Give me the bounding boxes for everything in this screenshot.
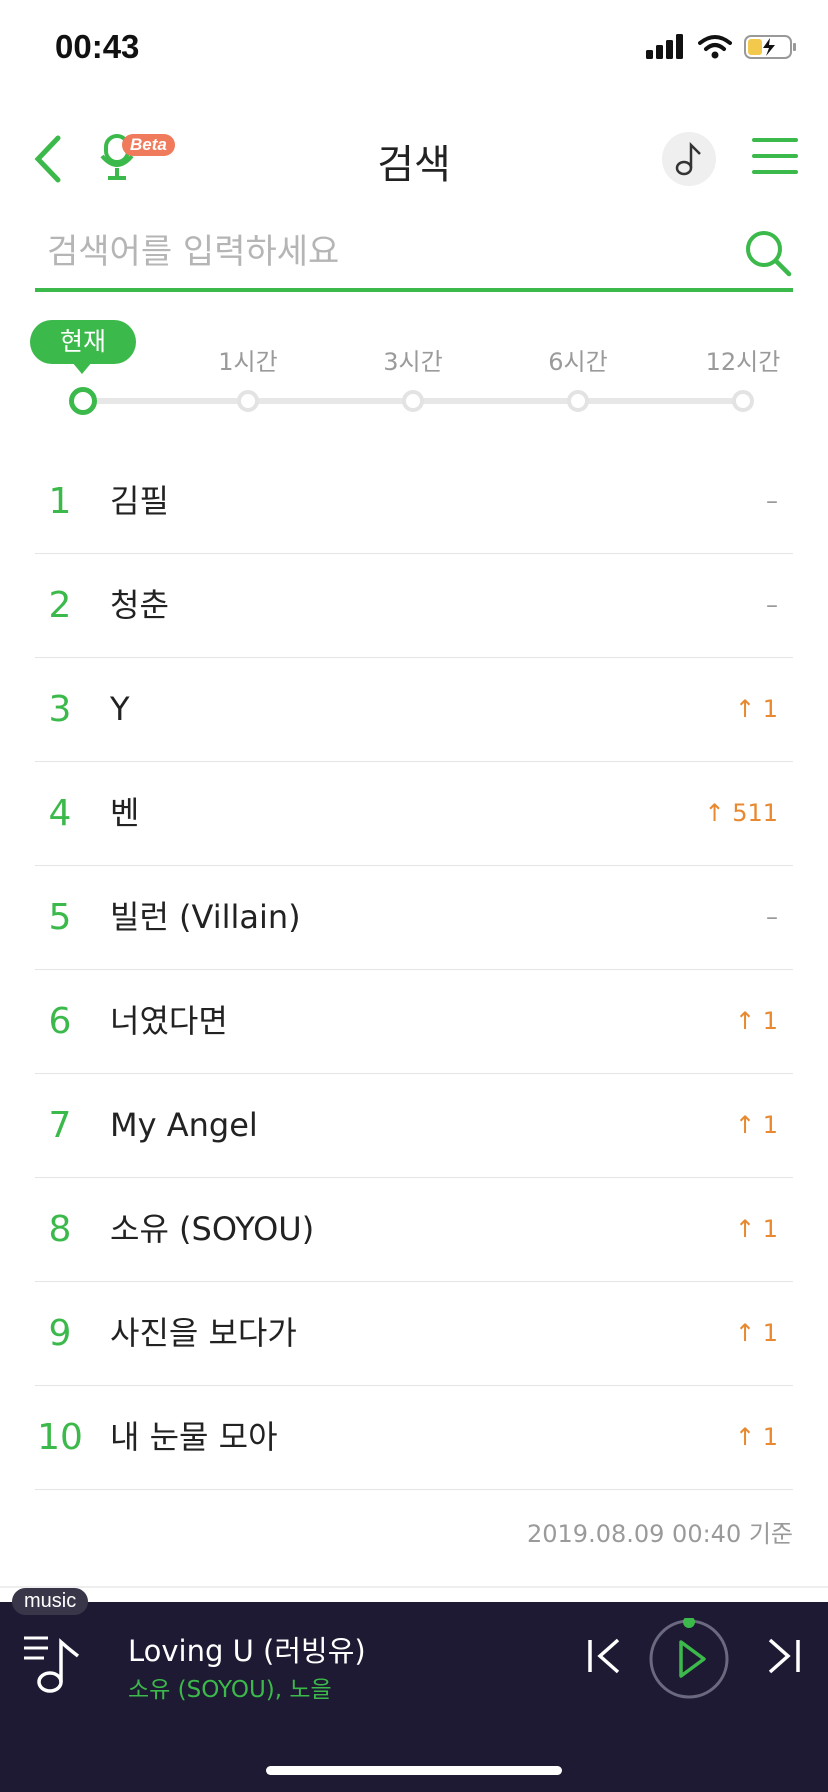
rank-change: ↑ 1 <box>734 695 778 723</box>
rank-change: – <box>766 487 778 515</box>
slider-dot-3h[interactable] <box>402 390 424 412</box>
ranking-row[interactable]: 5 빌런 (Villain) – <box>35 866 793 970</box>
slider-dot-6h[interactable] <box>567 390 589 412</box>
ranking-row[interactable]: 8 소유 (SOYOU) ↑ 1 <box>35 1178 793 1282</box>
rank-number: 3 <box>48 689 72 730</box>
ranking-row[interactable]: 2 청춘 – <box>35 554 793 658</box>
rank-keyword: 김필 <box>110 482 169 520</box>
tab-12h[interactable]: 12시간 <box>693 342 793 377</box>
rank-number: 2 <box>48 585 72 626</box>
ranking-row[interactable]: 7 My Angel ↑ 1 <box>35 1074 793 1178</box>
wifi-icon <box>698 35 732 59</box>
next-icon <box>768 1638 800 1674</box>
rank-keyword: 청춘 <box>110 586 169 624</box>
ranking-timestamp: 2019.08.09 00:40 기준 <box>527 1520 793 1548</box>
status-time: 00:43 <box>55 28 140 65</box>
rank-keyword: 벤 <box>110 794 140 832</box>
search-icon[interactable] <box>743 228 793 278</box>
ranking-row[interactable]: 6 너였다면 ↑ 1 <box>35 970 793 1074</box>
song-artist: 소유 (SOYOU), 노을 <box>128 1677 332 1703</box>
rank-number: 7 <box>48 1105 72 1146</box>
menu-line <box>752 154 798 158</box>
rank-number: 9 <box>48 1313 72 1354</box>
mini-player[interactable]: Loving U (러빙유) 소유 (SOYOU), 노을 <box>0 1602 828 1792</box>
rank-keyword: Y <box>110 690 130 728</box>
song-title: Loving U (러빙유) <box>128 1634 366 1668</box>
rank-change: – <box>766 591 778 619</box>
ranking-row[interactable]: 9 사진을 보다가 ↑ 1 <box>35 1282 793 1386</box>
rank-number: 5 <box>48 897 72 938</box>
previous-icon <box>588 1638 620 1674</box>
tab-3h[interactable]: 3시간 <box>363 342 463 377</box>
ranking-row[interactable]: 10 내 눈물 모아 ↑ 1 <box>35 1386 793 1490</box>
status-icons <box>646 34 798 60</box>
rank-change: ↑ 1 <box>734 1111 778 1139</box>
rank-number: 1 <box>48 481 72 522</box>
battery-charging-icon <box>744 35 796 59</box>
ranking-row[interactable]: 3 Y ↑ 1 <box>35 658 793 762</box>
play-icon <box>649 1616 729 1699</box>
rank-keyword: 너였다면 <box>110 1002 228 1040</box>
menu-line <box>752 138 798 142</box>
rank-change: ↑ 1 <box>734 1319 778 1347</box>
menu-line <box>752 170 798 174</box>
music-note-icon <box>675 142 701 176</box>
playlist-icon <box>24 1636 80 1693</box>
rank-number: 8 <box>48 1209 72 1250</box>
rank-number: 4 <box>48 793 72 834</box>
rank-change: ↑ 1 <box>734 1007 778 1035</box>
tab-current[interactable]: 현재 <box>30 320 136 374</box>
rank-number: 6 <box>48 1001 72 1042</box>
play-button[interactable] <box>648 1616 730 1700</box>
cellular-signal-icon <box>646 34 683 59</box>
slider-dot-12h[interactable] <box>732 390 754 412</box>
rank-number: 10 <box>37 1417 83 1458</box>
rank-change: ↑ 511 <box>704 799 778 827</box>
ranking-list: 1 김필 – 2 청춘 – 3 Y ↑ 1 4 벤 ↑ 511 5 빌런 (Vi… <box>35 450 793 1490</box>
slider-dot-1h[interactable] <box>237 390 259 412</box>
menu-button[interactable] <box>752 138 798 178</box>
search-bar <box>35 218 793 292</box>
tab-1h[interactable]: 1시간 <box>198 342 298 377</box>
tab-6h[interactable]: 6시간 <box>528 342 628 377</box>
music-tag: music <box>12 1588 89 1615</box>
rank-keyword: 소유 (SOYOU) <box>110 1210 315 1248</box>
header: Beta 검색 <box>0 118 828 198</box>
ranking-row[interactable]: 1 김필 – <box>35 450 793 554</box>
home-indicator <box>266 1766 562 1775</box>
playlist-button[interactable] <box>22 1628 92 1698</box>
rank-keyword: 내 눈물 모아 <box>110 1418 278 1456</box>
previous-button[interactable] <box>582 1632 630 1680</box>
rank-change: – <box>766 903 778 931</box>
rank-change: ↑ 1 <box>734 1423 778 1451</box>
now-playing-button[interactable] <box>662 132 716 186</box>
status-bar: 00:43 <box>0 0 828 100</box>
search-input[interactable] <box>45 226 709 278</box>
rank-change: ↑ 1 <box>734 1215 778 1243</box>
time-range-slider[interactable]: 현재 1시간 3시간 6시간 12시간 <box>30 320 798 420</box>
rank-keyword: 빌런 (Villain) <box>110 898 301 936</box>
divider <box>0 1586 828 1588</box>
slider-dot-current[interactable] <box>69 387 97 415</box>
rank-keyword: My Angel <box>110 1106 258 1144</box>
ranking-row[interactable]: 4 벤 ↑ 511 <box>35 762 793 866</box>
next-button[interactable] <box>758 1632 806 1680</box>
rank-keyword: 사진을 보다가 <box>110 1314 297 1352</box>
